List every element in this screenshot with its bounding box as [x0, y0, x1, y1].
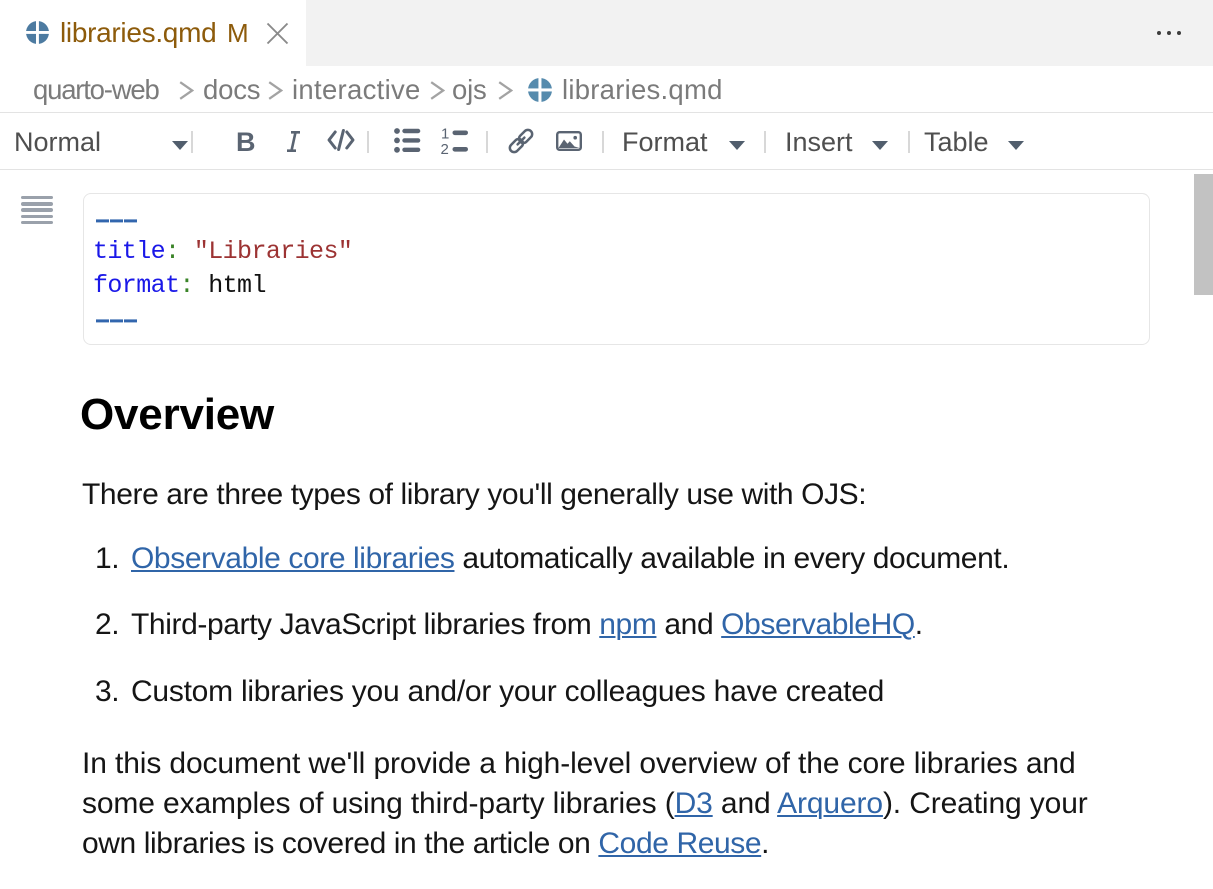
svg-text:2: 2: [441, 141, 449, 156]
